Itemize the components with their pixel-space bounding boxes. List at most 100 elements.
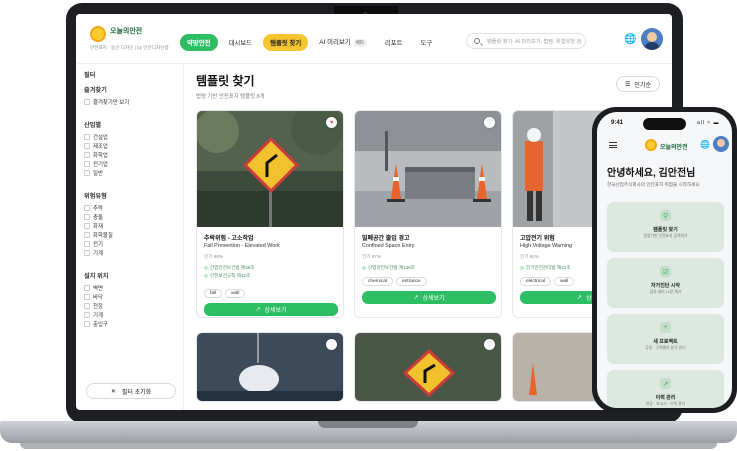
template-card[interactable]: ♡ 밀폐공간 출입 경고 Confined Space Entry 인기 87%… xyxy=(354,110,502,318)
checkbox[interactable] xyxy=(84,231,90,238)
tag[interactable]: entrance xyxy=(395,277,427,286)
filter-risk-item[interactable]: 추락 xyxy=(84,203,183,212)
filter-risk-item[interactable]: 기계 xyxy=(84,248,183,257)
action-card-history[interactable]: ↗ 이력 관리 현장 · 보고서 · 이력 관리 xyxy=(607,370,724,408)
filter-label: 화학업 xyxy=(93,152,108,159)
search-icon xyxy=(474,38,480,44)
filter-industry-item[interactable]: 제조업 xyxy=(84,141,183,150)
sort-button[interactable]: ☰ 인기순 xyxy=(616,76,660,92)
filter-label: 건설업 xyxy=(93,134,108,141)
app-header: 오늘의안전 안전표지 · 동선 디자인 | by 안전디자인랩 약맞안전 대시보… xyxy=(76,14,672,64)
filter-industry-item[interactable]: 전기업 xyxy=(84,159,183,168)
filter-risk-item[interactable]: 충돌 xyxy=(84,212,183,221)
filter-location-item[interactable]: 출입구 xyxy=(84,319,183,328)
checkbox[interactable] xyxy=(84,222,90,229)
tag[interactable]: wall xyxy=(225,289,246,298)
checkbox[interactable] xyxy=(84,160,90,167)
greeting-description: 한국산업주식회사의 안전표지 위험을 시작하세요 xyxy=(607,182,700,187)
page-title: 템플릿 찾기 xyxy=(196,74,255,88)
phone-mockup: 9:41 all ≈ ▬ 오늘의안전 🌐 안녕하세요, 김안전님 한국산업주식회… xyxy=(592,107,737,413)
filter-risk-item[interactable]: 화재 xyxy=(84,221,183,230)
filter-location-item[interactable]: 벽면 xyxy=(84,283,183,292)
checkbox[interactable] xyxy=(84,213,90,220)
checkbox[interactable] xyxy=(84,169,90,176)
checkbox[interactable] xyxy=(84,204,90,211)
nav-report[interactable]: 리포트 xyxy=(378,34,410,51)
filter-label: 추락 xyxy=(93,205,103,212)
card-law: 전기안전관리법 제22조 xyxy=(520,265,570,271)
favorite-heart-icon[interactable]: ♥ xyxy=(326,117,337,128)
filter-location-item[interactable]: 바닥 xyxy=(84,292,183,301)
detail-button[interactable]: ↗ 상세보기 xyxy=(204,303,338,316)
risk-title: 위험유형 xyxy=(84,193,107,200)
checkbox[interactable] xyxy=(84,293,90,300)
nav-safety[interactable]: 약맞안전 xyxy=(180,33,218,51)
filter-title: 필터 xyxy=(84,72,96,79)
tag[interactable]: electrical xyxy=(520,277,551,286)
card-tags: fall wall xyxy=(204,289,246,298)
card-english-title: High Voltage Warning xyxy=(520,243,572,249)
card-title: 고압전기 위험 xyxy=(520,236,555,242)
filter-risk-item[interactable]: 화학물질 xyxy=(84,230,183,239)
checkbox[interactable] xyxy=(84,98,90,105)
nav-ai-preview[interactable]: AI 미리보기 베타 xyxy=(312,33,374,51)
checkbox[interactable] xyxy=(84,320,90,327)
checkbox[interactable] xyxy=(84,151,90,158)
checkbox[interactable] xyxy=(84,133,90,140)
template-card[interactable]: ♡ xyxy=(196,332,344,402)
avatar[interactable] xyxy=(713,136,729,152)
search-icon: ⚲ xyxy=(660,210,671,221)
avatar[interactable] xyxy=(641,28,663,50)
action-title: 이력 관리 xyxy=(655,395,676,401)
nav-tools[interactable]: 도구 xyxy=(414,34,440,51)
filter-risk-item[interactable]: 전기 xyxy=(84,239,183,248)
filter-location-item[interactable]: 기계 xyxy=(84,310,183,319)
checkbox[interactable] xyxy=(84,142,90,149)
template-card[interactable]: ♥ 추락위험 - 고소작업 Fall Prevention - Elevated… xyxy=(196,110,344,318)
filter-industry-item[interactable]: 건설업 xyxy=(84,132,183,141)
menu-icon[interactable] xyxy=(609,142,617,148)
page-subtitle: 법령 기반 안전표지 템플릿 8개 xyxy=(196,94,265,100)
favorite-heart-icon[interactable]: ♡ xyxy=(326,339,337,350)
filter-industry-item[interactable]: 화학업 xyxy=(84,150,183,159)
filter-label: 화학물질 xyxy=(93,232,113,239)
checkbox[interactable] xyxy=(84,240,90,247)
tag[interactable]: chemical xyxy=(362,277,393,286)
favorite-heart-icon[interactable]: ♡ xyxy=(484,117,495,128)
action-subtitle: 법령기반 안전표지 검색하기 xyxy=(643,234,688,238)
card-law: 산업안전보건법 제138조 xyxy=(362,265,415,271)
action-card-new-project[interactable]: + 새 프로젝트 공정 · 구역별로 분석 관리 xyxy=(607,314,724,364)
filter-label: 충돌 xyxy=(93,214,103,221)
favorite-heart-icon[interactable]: ♡ xyxy=(484,339,495,350)
action-card-self-check[interactable]: ☑ 자가진단 시작 검사 대비 12문 체크 xyxy=(607,258,724,308)
logo-tagline: 안전표지 · 동선 디자인 | by 안전디자인랩 xyxy=(90,45,169,50)
checkbox[interactable] xyxy=(84,284,90,291)
globe-icon[interactable]: 🌐 xyxy=(700,140,710,149)
template-card[interactable]: ♡ xyxy=(354,332,502,402)
filter-label: 바닥 xyxy=(93,294,103,301)
detail-button[interactable]: ↗ 상세보기 xyxy=(362,291,496,304)
logo-name[interactable]: 오늘의안전 xyxy=(660,142,688,151)
filter-label: 즐겨찾기만 보기 xyxy=(93,99,130,106)
card-title: 추락위험 - 고소작업 xyxy=(204,236,254,242)
search-input[interactable]: 템플릿 찾기, AI 미리보기, 법령, 위험유형 검 xyxy=(466,33,586,49)
filter-industry-item[interactable]: 일반 xyxy=(84,168,183,177)
globe-icon[interactable]: 🌐 xyxy=(624,34,636,45)
tag[interactable]: wall xyxy=(553,277,575,286)
nav-template-search[interactable]: 템플릿 찾기 xyxy=(263,33,309,51)
action-title: 자가진단 시작 xyxy=(651,283,680,289)
nav-dashboard[interactable]: 대시보드 xyxy=(222,34,260,51)
filter-label: 전기 xyxy=(93,241,103,248)
action-card-templates[interactable]: ⚲ 템플릿 찾기 법령기반 안전표지 검색하기 xyxy=(607,202,724,252)
logo-name[interactable]: 오늘의안전 xyxy=(110,26,142,36)
logo-icon[interactable] xyxy=(645,139,657,151)
filter-label: 벽면 xyxy=(93,285,103,292)
filter-favorites[interactable]: 즐겨찾기만 보기 xyxy=(84,97,183,106)
checkbox[interactable] xyxy=(84,311,90,318)
filter-location-item[interactable]: 천장 xyxy=(84,301,183,310)
checkbox[interactable] xyxy=(84,302,90,309)
reset-filter-button[interactable]: ✕ 필터 초기화 xyxy=(86,383,176,399)
logo-icon[interactable] xyxy=(90,26,106,42)
tag[interactable]: fall xyxy=(204,289,223,298)
checkbox[interactable] xyxy=(84,249,90,256)
